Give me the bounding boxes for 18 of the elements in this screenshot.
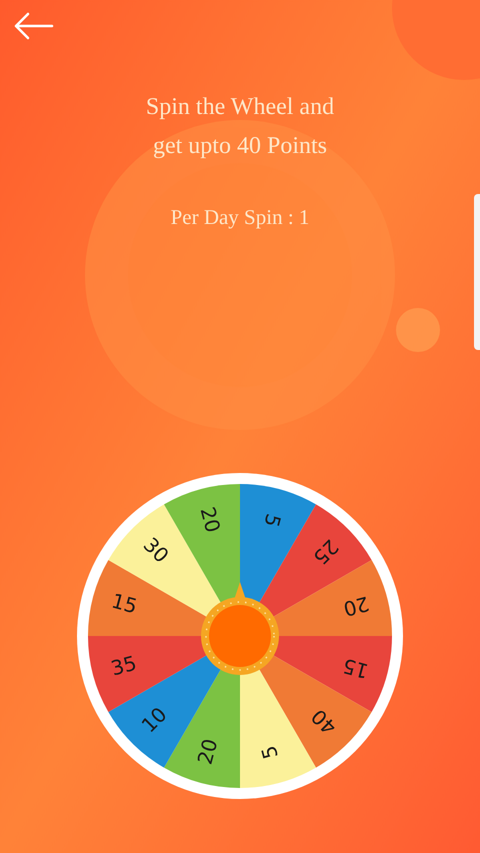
segment-value: 10 [136, 702, 172, 737]
segment-value: 15 [109, 588, 140, 618]
back-arrow-icon [12, 10, 54, 42]
segment-value: 20 [192, 736, 222, 766]
segment-value: 5 [256, 742, 283, 762]
segment-value: 40 [306, 704, 342, 739]
segment-value: 25 [308, 534, 344, 570]
dot-decoration [396, 308, 440, 352]
segment-value: 20 [340, 591, 372, 621]
segment-value: 5 [259, 510, 286, 530]
spin-button[interactable] [201, 582, 279, 674]
segment-value: 30 [138, 532, 174, 568]
edge-handle[interactable] [474, 194, 480, 350]
segment-value: 35 [108, 650, 140, 680]
segment-value: 20 [196, 504, 226, 535]
spin-info: Per Day Spin : 1 [170, 204, 310, 231]
segment-value: 15 [340, 653, 371, 683]
title: Spin the Wheel and get upto 40 Points [146, 93, 334, 161]
